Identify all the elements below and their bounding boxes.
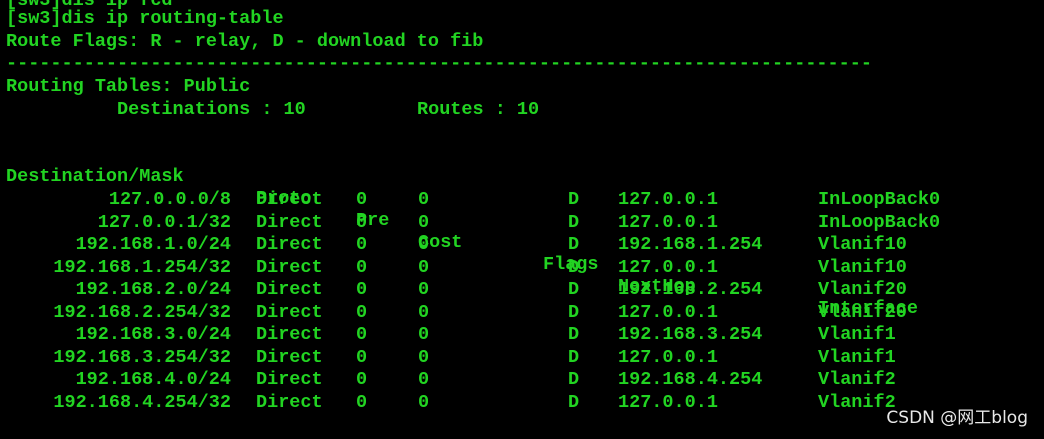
route-pre: 0 <box>356 234 368 255</box>
table-header: Destination/Mask Proto Pre Cost Flags Ne… <box>0 144 1044 319</box>
route-pre: 0 <box>356 279 368 300</box>
route-interface: Vlanif10 <box>818 256 907 278</box>
route-interface: Vlanif2 <box>818 391 896 413</box>
route-flags: D <box>568 234 580 255</box>
table-row: 192.168.1.254/32 Direct 0 0 D 127.0.0.1 Vlanif… <box>0 257 1044 279</box>
table-row: 192.168.1.0/24 Direct 0 0 D 192.168.1.254 Vlan… <box>0 234 1044 256</box>
route-flags: D <box>568 369 580 390</box>
separator-line: ----------------------------------------… <box>6 53 872 74</box>
route-proto: Direct <box>256 234 323 255</box>
route-interface: Vlanif10 <box>818 234 907 255</box>
route-pre: 0 <box>356 189 368 210</box>
route-flags: D <box>568 211 580 233</box>
route-nexthop: 127.0.0.1 <box>618 301 718 323</box>
route-destination: 192.168.1.254/32 <box>53 256 231 278</box>
route-flags: D <box>568 301 580 323</box>
route-interface: Vlanif20 <box>818 301 907 323</box>
route-proto: Direct <box>256 279 323 300</box>
table-row: 127.0.0.1/32 Direct 0 0 D 127.0.0.1 InLoopBack… <box>0 212 1044 234</box>
header-destination-mask: Destination/Mask <box>6 166 184 187</box>
route-flags: D <box>568 391 580 413</box>
route-proto: Direct <box>256 301 323 323</box>
route-proto: Direct <box>256 189 323 210</box>
route-pre: 0 <box>356 256 368 278</box>
route-flags: D <box>568 346 580 368</box>
route-nexthop: 127.0.0.1 <box>618 256 718 278</box>
route-cost: 0 <box>418 346 430 368</box>
route-flags: D <box>568 279 580 300</box>
route-flags: D <box>568 189 580 210</box>
route-destination: 192.168.2.254/32 <box>53 301 231 323</box>
route-pre: 0 <box>356 301 368 323</box>
route-nexthop: 127.0.0.1 <box>618 391 718 413</box>
route-proto: Direct <box>256 369 323 390</box>
table-row: 127.0.0.0/8 Direct 0 0 D 127.0.0.1 InLoopBack0 <box>0 189 1044 211</box>
route-interface: InLoopBack0 <box>818 211 941 233</box>
route-nexthop: 127.0.0.1 <box>618 211 718 233</box>
route-destination: 192.168.4.254/32 <box>53 391 231 413</box>
route-nexthop: 127.0.0.1 <box>618 189 718 210</box>
table-row: 192.168.3.254/32 Direct 0 0 D 127.0.0.1 Vlanif… <box>0 347 1044 369</box>
route-cost: 0 <box>418 189 430 210</box>
route-interface: Vlanif1 <box>818 346 896 368</box>
route-cost: 0 <box>418 256 430 278</box>
route-interface: InLoopBack0 <box>818 189 941 210</box>
route-pre: 0 <box>356 324 368 345</box>
route-cost: 0 <box>418 391 430 413</box>
route-cost: 0 <box>418 234 430 255</box>
route-pre: 0 <box>356 369 368 390</box>
route-destination: 127.0.0.1/32 <box>97 211 231 233</box>
route-flags: D <box>568 324 580 345</box>
routes-count: Routes : 10 <box>417 99 540 120</box>
route-interface: Vlanif20 <box>818 279 907 300</box>
table-row: 192.168.4.0/24 Direct 0 0 D 192.168.4.254 Vlan… <box>0 369 1044 391</box>
table-row: 192.168.2.0/24 Direct 0 0 D 192.168.2.254 Vlan… <box>0 279 1044 301</box>
route-destination: 192.168.3.0/24 <box>75 324 231 345</box>
route-interface: Vlanif1 <box>818 324 896 345</box>
table-row: 192.168.2.254/32 Direct 0 0 D 127.0.0.1 Vlanif… <box>0 302 1044 324</box>
route-cost: 0 <box>418 279 430 300</box>
route-cost: 0 <box>418 324 430 345</box>
route-nexthop: 192.168.1.254 <box>618 234 763 255</box>
route-destination: 192.168.2.0/24 <box>75 279 231 300</box>
route-pre: 0 <box>356 211 368 233</box>
route-destination: 192.168.3.254/32 <box>53 346 231 368</box>
route-proto: Direct <box>256 211 323 233</box>
route-nexthop: 192.168.3.254 <box>618 324 763 345</box>
route-proto: Direct <box>256 391 323 413</box>
route-cost: 0 <box>418 211 430 233</box>
route-nexthop: 192.168.2.254 <box>618 279 763 300</box>
route-pre: 0 <box>356 391 368 413</box>
destinations-count: Destinations : 10 <box>117 99 306 120</box>
terminal-window[interactable]: [sw3]dis ip fcd [sw3]dis ip routing-tabl… <box>0 0 1044 439</box>
route-cost: 0 <box>418 301 430 323</box>
route-nexthop: 127.0.0.1 <box>618 346 718 368</box>
route-flags-legend: Route Flags: R - relay, D - download to … <box>6 31 484 52</box>
routing-tables-title: Routing Tables: Public <box>6 76 251 97</box>
command-line: [sw3]dis ip routing-table <box>6 8 284 29</box>
route-destination: 192.168.1.0/24 <box>75 234 231 255</box>
route-pre: 0 <box>356 346 368 368</box>
route-destination: 127.0.0.0/8 <box>108 189 231 210</box>
table-row: 192.168.3.0/24 Direct 0 0 D 192.168.3.254 Vlan… <box>0 324 1044 346</box>
route-destination: 192.168.4.0/24 <box>75 369 231 390</box>
route-interface: Vlanif2 <box>818 369 896 390</box>
route-proto: Direct <box>256 346 323 368</box>
csdn-watermark: CSDN @网工blog <box>886 408 1028 428</box>
route-flags: D <box>568 256 580 278</box>
route-cost: 0 <box>418 369 430 390</box>
route-proto: Direct <box>256 256 323 278</box>
route-nexthop: 192.168.4.254 <box>618 369 763 390</box>
route-proto: Direct <box>256 324 323 345</box>
